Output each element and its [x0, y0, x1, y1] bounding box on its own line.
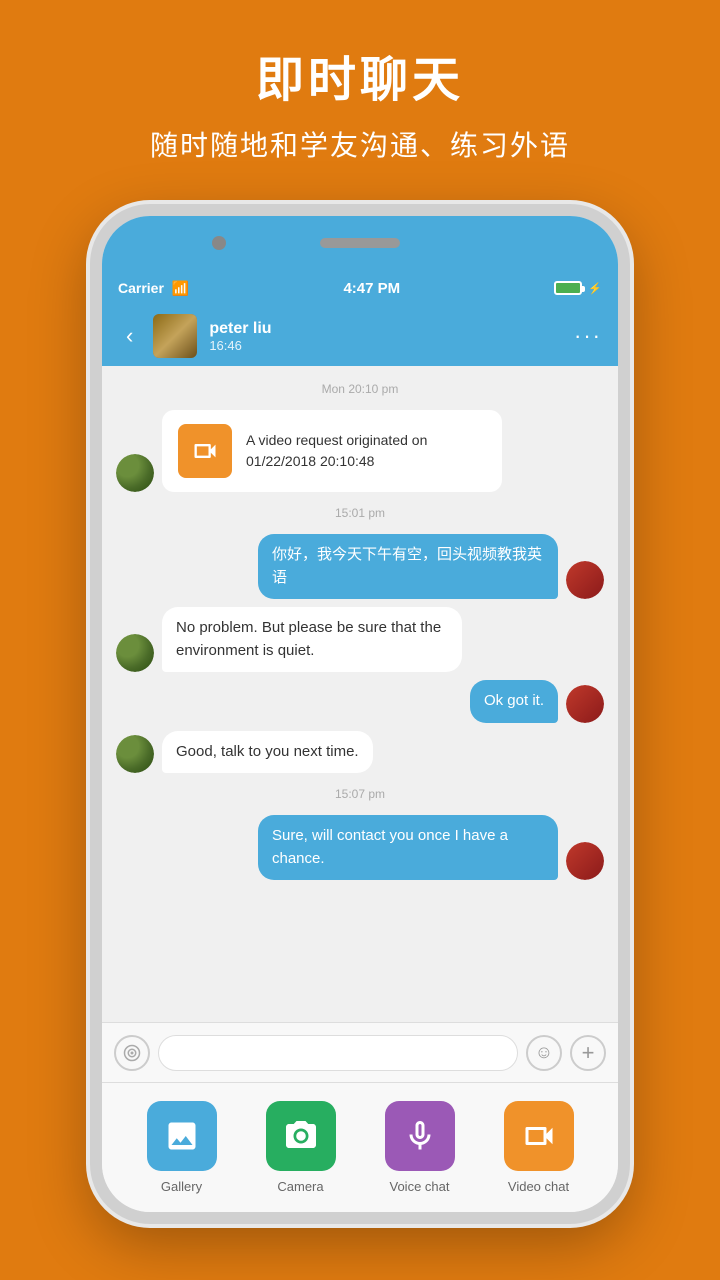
- video-label: Video chat: [508, 1179, 569, 1194]
- bubble-other-1: No problem. But please be sure that the …: [162, 607, 462, 672]
- voice-label: Voice chat: [390, 1179, 450, 1194]
- message-row-self: 你好，我今天下午有空，回头视频教我英语: [116, 534, 604, 599]
- message-row-self-3: Sure, will contact you once I have a cha…: [116, 815, 604, 880]
- contact-name: peter liu: [209, 320, 562, 338]
- message-row-other-2: Good, talk to you next time.: [116, 731, 604, 774]
- top-header: 即时聊天 随时随地和学友沟通、练习外语: [0, 0, 720, 194]
- self-avatar-3: [566, 842, 604, 880]
- carrier-label: Carrier: [118, 280, 164, 296]
- gallery-action[interactable]: Gallery: [147, 1101, 217, 1194]
- timestamp-1: Mon 20:10 pm: [116, 382, 604, 396]
- other-avatar-3: [116, 735, 154, 773]
- contact-status: 16:46: [209, 338, 562, 353]
- avatar-image: [153, 314, 197, 358]
- gallery-label: Gallery: [161, 1179, 202, 1194]
- video-request-icon: [178, 424, 232, 478]
- emoji-button[interactable]: ☺: [526, 1035, 562, 1071]
- chat-area[interactable]: Mon 20:10 pm A video request originated …: [102, 366, 618, 1022]
- contact-avatar: [153, 314, 197, 358]
- status-bar: Carrier 📶 4:47 PM ⚡: [102, 270, 618, 306]
- page-subtitle: 随时随地和学友沟通、练习外语: [40, 124, 680, 164]
- self-avatar-1: [566, 561, 604, 599]
- charging-icon: ⚡: [588, 282, 602, 295]
- front-camera: [212, 236, 226, 250]
- self-avatar-2: [566, 685, 604, 723]
- contact-info: peter liu 16:46: [209, 320, 562, 353]
- phone-notch: [102, 216, 618, 270]
- wifi-icon: 📶: [172, 280, 189, 297]
- back-button[interactable]: ‹: [118, 319, 141, 353]
- phone-mockup: Carrier 📶 4:47 PM ⚡ ‹ peter liu 16:46 ··…: [0, 194, 720, 1224]
- page-title: 即时聊天: [40, 40, 680, 110]
- voice-input-button[interactable]: [114, 1035, 150, 1071]
- video-request-card: A video request originated on 01/22/2018…: [162, 410, 502, 492]
- camera-icon-box: [266, 1101, 336, 1171]
- other-avatar-2: [116, 634, 154, 672]
- nav-bar: ‹ peter liu 16:46 ···: [102, 306, 618, 366]
- bubble-self-2: Ok got it.: [470, 680, 558, 723]
- more-options-button[interactable]: ···: [574, 323, 602, 349]
- message-input[interactable]: [158, 1035, 518, 1071]
- voice-action[interactable]: Voice chat: [385, 1101, 455, 1194]
- action-bar: Gallery Camera Voice chat: [102, 1082, 618, 1212]
- phone-frame: Carrier 📶 4:47 PM ⚡ ‹ peter liu 16:46 ··…: [90, 204, 630, 1224]
- bubble-self-3: Sure, will contact you once I have a cha…: [258, 815, 558, 880]
- status-left: Carrier 📶: [118, 280, 189, 297]
- bubble-self-1: 你好，我今天下午有空，回头视频教我英语: [258, 534, 558, 599]
- camera-action[interactable]: Camera: [266, 1101, 336, 1194]
- timestamp-2: 15:01 pm: [116, 506, 604, 520]
- status-time: 4:47 PM: [343, 280, 400, 297]
- video-request-text: A video request originated on 01/22/2018…: [246, 430, 486, 472]
- message-row: A video request originated on 01/22/2018…: [116, 410, 604, 492]
- video-action[interactable]: Video chat: [504, 1101, 574, 1194]
- speaker: [320, 238, 400, 248]
- other-avatar-1: [116, 454, 154, 492]
- video-icon-box: [504, 1101, 574, 1171]
- voice-icon-box: [385, 1101, 455, 1171]
- attachment-button[interactable]: +: [570, 1035, 606, 1071]
- camera-label: Camera: [277, 1179, 323, 1194]
- message-row-self-2: Ok got it.: [116, 680, 604, 723]
- battery-icon: [554, 281, 582, 295]
- timestamp-3: 15:07 pm: [116, 787, 604, 801]
- message-row-other: No problem. But please be sure that the …: [116, 607, 604, 672]
- input-bar: ☺ +: [102, 1022, 618, 1082]
- status-right: ⚡: [554, 281, 602, 295]
- bubble-other-2: Good, talk to you next time.: [162, 731, 373, 774]
- gallery-icon-box: [147, 1101, 217, 1171]
